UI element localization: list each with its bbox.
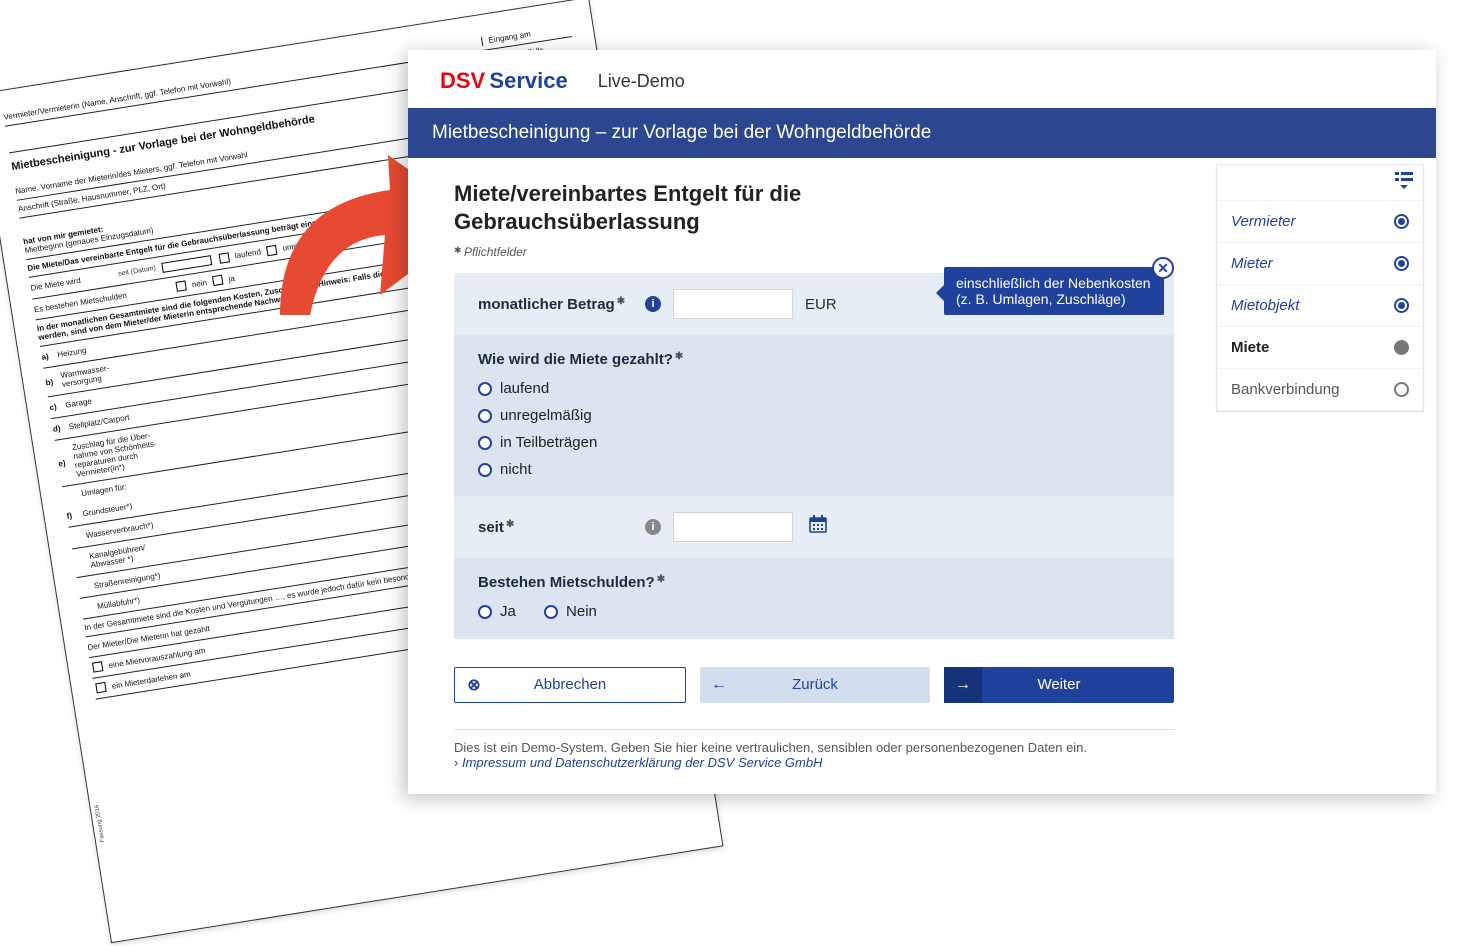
row-monthly-amount: monatlicher Betrag✱ i EUR einschließlich… bbox=[454, 273, 1174, 335]
demo-label: Live-Demo bbox=[598, 71, 685, 92]
radio-arrears-no[interactable]: Nein bbox=[544, 601, 597, 622]
row-payment-mode: Wie wird die Miete gezahlt?✱ laufend unr… bbox=[454, 335, 1174, 496]
cancel-icon: ⊗ bbox=[455, 675, 493, 695]
step-bankverbindung[interactable]: Bankverbindung bbox=[1217, 369, 1423, 411]
row-arrears: Bestehen Mietschulden?✱ Ja Nein bbox=[454, 558, 1174, 639]
logo: DSV Service bbox=[440, 68, 568, 94]
step-miete[interactable]: Miete bbox=[1217, 327, 1423, 369]
next-button[interactable]: → Weiter bbox=[944, 667, 1174, 703]
arrow-left-icon: ← bbox=[700, 676, 738, 694]
label-since: seit✱ bbox=[478, 519, 633, 536]
label-payment-mode: Wie wird die Miete gezahlt?✱ bbox=[478, 351, 683, 368]
app-window: DSV Service Live-Demo Mietbescheinigung … bbox=[408, 50, 1436, 794]
radio-nicht[interactable]: nicht bbox=[478, 459, 532, 480]
row-since: seit✱ i bbox=[454, 496, 1174, 558]
radio-icon bbox=[478, 605, 492, 619]
list-icon bbox=[1395, 171, 1413, 189]
radio-laufend[interactable]: laufend bbox=[478, 378, 549, 399]
step-done-icon bbox=[1394, 256, 1409, 271]
cancel-button[interactable]: ⊗ Abbrechen bbox=[454, 667, 686, 703]
form-panel: monatlicher Betrag✱ i EUR einschließlich… bbox=[454, 273, 1174, 639]
step-mieter[interactable]: Mieter bbox=[1217, 243, 1423, 285]
logo-part2: Service bbox=[489, 68, 567, 93]
radio-icon bbox=[478, 382, 492, 396]
radio-icon bbox=[478, 436, 492, 450]
app-header: DSV Service Live-Demo bbox=[408, 50, 1436, 108]
logo-part1: DSV bbox=[440, 68, 485, 93]
section-title: Miete/vereinbartes Entgelt für die Gebra… bbox=[454, 180, 1174, 235]
step-current-icon bbox=[1394, 340, 1409, 355]
since-date-input[interactable] bbox=[673, 512, 793, 542]
footer: Dies ist ein Demo-System. Geben Sie hier… bbox=[454, 729, 1174, 794]
mandatory-fields-hint: Pflichtfelder bbox=[454, 245, 1174, 259]
imprint-link[interactable]: Impressum und Datenschutzerklärung der D… bbox=[454, 755, 823, 770]
tooltip-close-icon[interactable]: ✕ bbox=[1152, 257, 1174, 279]
radio-teilbetraege[interactable]: in Teilbeträgen bbox=[478, 432, 597, 453]
step-mietobjekt[interactable]: Mietobjekt bbox=[1217, 285, 1423, 327]
step-done-icon bbox=[1394, 214, 1409, 229]
back-button[interactable]: ← Zurück bbox=[700, 667, 930, 703]
info-icon[interactable]: i bbox=[645, 519, 661, 535]
label-monthly-amount: monatlicher Betrag✱ bbox=[478, 296, 633, 313]
button-bar: ⊗ Abbrechen ← Zurück → Weiter bbox=[454, 667, 1174, 703]
tooltip-nebenkosten: einschließlich der Nebenkosten (z. B. Um… bbox=[944, 267, 1164, 315]
label-arrears: Bestehen Mietschulden?✱ bbox=[478, 574, 665, 591]
currency-unit: EUR bbox=[805, 296, 837, 313]
calendar-icon[interactable] bbox=[809, 515, 827, 539]
page-title-bar: Mietbescheinigung – zur Vorlage bei der … bbox=[408, 108, 1436, 158]
stepper-toggle[interactable] bbox=[1217, 165, 1423, 201]
step-todo-icon bbox=[1394, 382, 1409, 397]
step-navigation: Vermieter Mieter Mietobjekt Miete Bankve… bbox=[1216, 164, 1424, 412]
radio-icon bbox=[478, 463, 492, 477]
monthly-amount-input[interactable] bbox=[673, 289, 793, 319]
radio-unregelmaessig[interactable]: unregelmäßig bbox=[478, 405, 592, 426]
radio-arrears-yes[interactable]: Ja bbox=[478, 601, 516, 622]
radio-icon bbox=[478, 409, 492, 423]
arrow-right-icon: → bbox=[944, 667, 982, 703]
demo-warning: Dies ist ein Demo-System. Geben Sie hier… bbox=[454, 740, 1174, 755]
info-icon[interactable]: i bbox=[645, 296, 661, 312]
step-vermieter[interactable]: Vermieter bbox=[1217, 201, 1423, 243]
step-done-icon bbox=[1394, 298, 1409, 313]
radio-icon bbox=[544, 605, 558, 619]
